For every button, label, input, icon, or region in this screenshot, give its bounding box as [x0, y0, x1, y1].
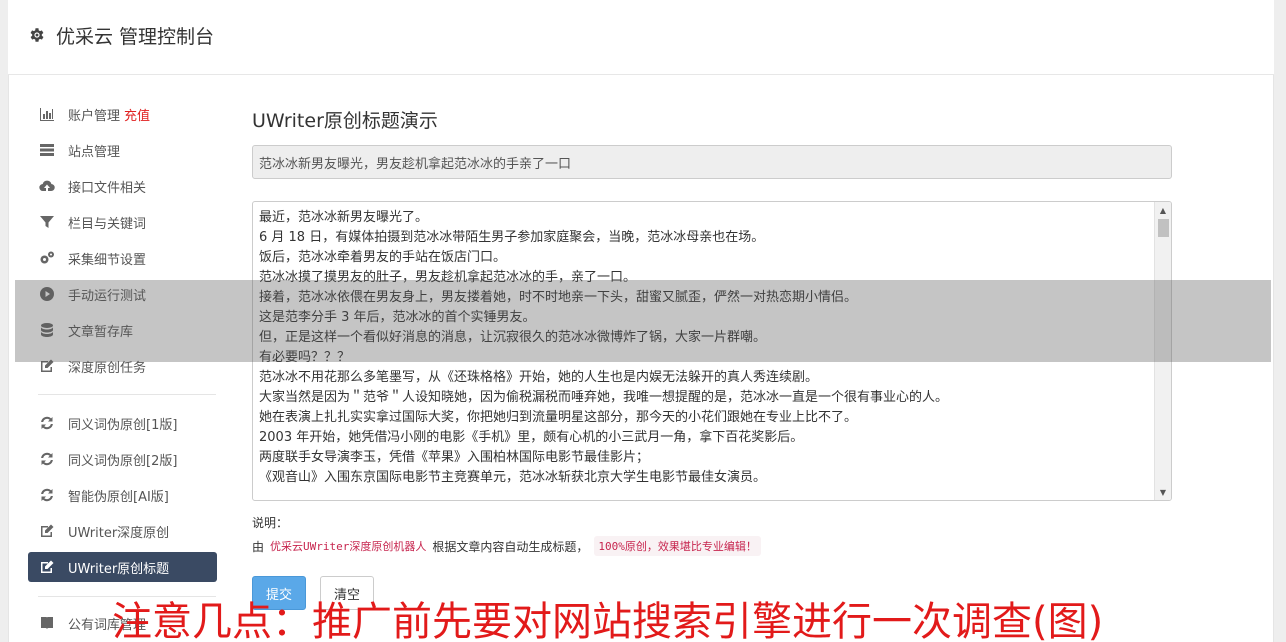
filter-icon [38, 213, 56, 231]
scroll-down-arrow-icon[interactable]: ▼ [1155, 484, 1171, 500]
refresh-icon [38, 486, 56, 504]
watermark-caption: 注意几点：推广前先要对网站搜索引擎进行一次调查(图) [112, 599, 1104, 642]
bar-chart-icon [38, 105, 56, 123]
sidebar-item-smart-ai[interactable]: 智能伪原创[AI版] [28, 480, 217, 510]
refresh-icon [38, 414, 56, 432]
sidebar-divider [38, 394, 216, 395]
book-icon [38, 614, 56, 632]
recharge-link[interactable]: 充值 [124, 105, 150, 124]
sidebar-item-label: UWriter深度原创 [68, 525, 170, 541]
content-line: 最近，范冰冰新男友曝光了。 [259, 210, 429, 225]
note-prefix: 由 [252, 539, 265, 554]
gray-overlay-band [15, 280, 1271, 362]
content-line: 6 月 18 日，有媒体拍摄到范冰冰带陌生男子参加家庭聚会，当晚，范冰冰母亲也在… [259, 230, 765, 245]
content-line: 大家当然是因为＂范爷＂人设知晓她，因为偷税漏税而唾弃她，我唯一想提醒的是，范冰冰… [259, 390, 949, 405]
refresh-icon [38, 450, 56, 468]
scroll-up-arrow-icon[interactable]: ▲ [1155, 202, 1171, 218]
content-line: 两度联手女导演李玉，凭借《苹果》入围柏林国际电影节最佳影片； [259, 450, 650, 465]
gear-icon [28, 26, 46, 44]
sidebar-item-label: UWriter原创标题 [68, 561, 170, 577]
page-title: UWriter原创标题演示 [252, 110, 438, 132]
content-line: 范冰冰不用花那么多笔墨写，从《还珠格格》开始，她的人生也是内娱无法躲开的真人秀连… [259, 370, 819, 385]
sidebar-item-label: 同义词伪原创[2版] [68, 453, 178, 469]
sidebar-item-uwriter-deep[interactable]: UWriter深度原创 [28, 516, 217, 546]
cloud-upload-icon [38, 177, 56, 195]
top-header: 优采云 管理控制台 [8, 0, 1274, 75]
note-label: 说明： [252, 516, 289, 530]
sidebar-item-uwriter-title[interactable]: UWriter原创标题 [28, 552, 217, 582]
edit-icon [38, 522, 56, 540]
content-line: 2003 年开始，她凭借冯小刚的电影《手机》里，颇有心机的小三武月一角，拿下百花… [259, 430, 804, 445]
server-icon [38, 141, 56, 159]
sidebar-item-label: 站点管理 [68, 144, 121, 160]
content-line: 《观音山》入围东京国际电影节主竞赛单元，范冰冰斩获北京大学生电影节最佳女演员。 [259, 470, 767, 485]
sidebar-item-label: 采集细节设置 [68, 252, 147, 268]
sidebar-item-label: 接口文件相关 [68, 180, 147, 196]
title-output-field[interactable] [252, 145, 1172, 179]
sidebar-item-label: 栏目与关键词 [68, 216, 147, 232]
sidebar-item-collect-settings[interactable]: 采集细节设置 [28, 243, 217, 273]
sidebar-item-label: 智能伪原创[AI版] [68, 489, 169, 505]
sidebar-item-label: 账户管理 [68, 108, 121, 124]
cogs-icon [38, 249, 56, 267]
sidebar-item-label: 同义词伪原创[1版] [68, 417, 178, 433]
note-highlight: 100%原创，效果堪比专业编辑！ [594, 536, 761, 556]
sidebar-item-synonym-v1[interactable]: 同义词伪原创[1版] [28, 408, 217, 438]
app-title: 优采云 管理控制台 [56, 26, 215, 48]
scroll-thumb[interactable] [1158, 219, 1169, 237]
sidebar-item-interface-files[interactable]: 接口文件相关 [28, 171, 217, 201]
note-line: 由 优采云UWriter深度原创机器人 根据文章内容自动生成标题， 100%原创… [252, 536, 761, 556]
sidebar-item-sites[interactable]: 站点管理 [28, 135, 217, 165]
edit-icon [38, 558, 56, 576]
sidebar-item-account[interactable]: 账户管理 充值 [28, 99, 217, 129]
content-line: 她在表演上扎扎实实拿过国际大奖，你把她归到流量明星这部分，那今天的小花们跟她在专… [259, 410, 858, 425]
sidebar-item-synonym-v2[interactable]: 同义词伪原创[2版] [28, 444, 217, 474]
note-robot-name: 优采云UWriter深度原创机器人 [270, 540, 427, 553]
note-description: 根据文章内容自动生成标题， [432, 539, 589, 554]
sidebar-item-columns-keywords[interactable]: 栏目与关键词 [28, 207, 217, 237]
content-line: 饭后，范冰冰牵着男友的手站在饭店门口。 [259, 250, 507, 265]
